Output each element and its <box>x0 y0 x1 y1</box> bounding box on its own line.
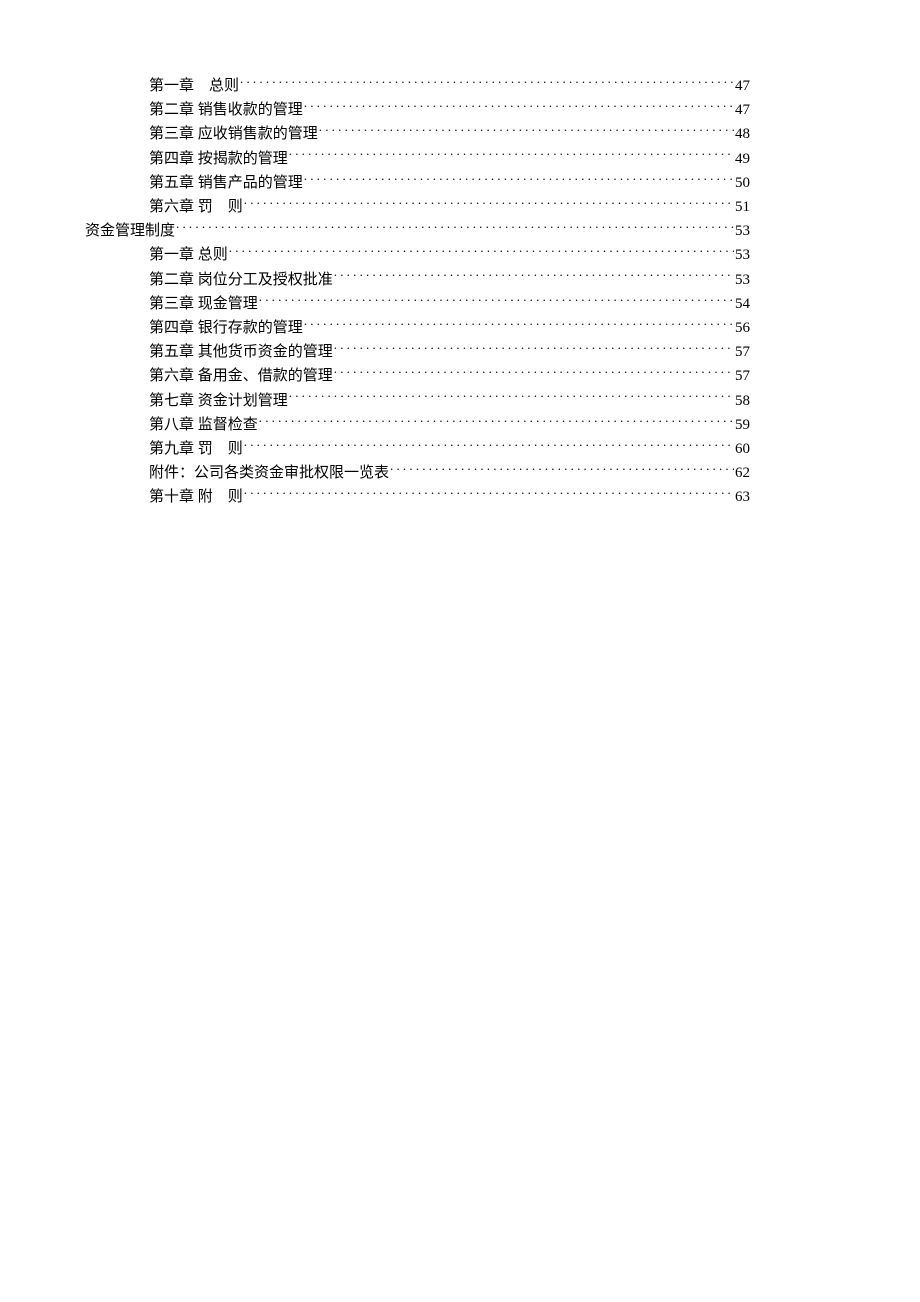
toc-entry-label: 第三章 现金管理 <box>149 292 258 316</box>
toc-entry-label: 第六章 罚 则 <box>149 195 243 219</box>
toc-entry: 第五章 销售产品的管理 50 <box>85 171 750 195</box>
toc-entry-page: 63 <box>735 485 750 509</box>
toc-entry-label: 资金管理制度 <box>85 219 175 243</box>
toc-entry: 第一章 总则 47 <box>85 74 750 98</box>
toc-entry-page: 53 <box>735 243 750 267</box>
toc-entry-page: 47 <box>735 74 750 98</box>
toc-leader-dots <box>304 99 734 114</box>
toc-leader-dots <box>289 148 734 163</box>
toc-entry: 第六章 罚 则 51 <box>85 195 750 219</box>
toc-entry: 第九章 罚 则 60 <box>85 437 750 461</box>
toc-leader-dots <box>289 390 734 405</box>
toc-entry: 第三章 应收销售款的管理 48 <box>85 122 750 146</box>
toc-entry-page: 53 <box>735 268 750 292</box>
toc-leader-dots <box>259 414 734 429</box>
toc-entry-page: 57 <box>735 340 750 364</box>
toc-entry: 第十章 附 则 63 <box>85 485 750 509</box>
toc-entry-label: 第九章 罚 则 <box>149 437 243 461</box>
toc-leader-dots <box>244 438 734 453</box>
toc-entry: 第四章 银行存款的管理 56 <box>85 316 750 340</box>
toc-entry-label: 第二章 销售收款的管理 <box>149 98 303 122</box>
toc-entry-page: 57 <box>735 364 750 388</box>
toc-leader-dots <box>244 196 734 211</box>
toc-entry: 第六章 备用金、借款的管理 57 <box>85 364 750 388</box>
toc-entry: 第七章 资金计划管理 58 <box>85 389 750 413</box>
toc-leader-dots <box>229 244 734 259</box>
toc-leader-dots <box>334 341 734 356</box>
toc-entry-label: 第十章 附 则 <box>149 485 243 509</box>
toc-entry-label: 第四章 按揭款的管理 <box>149 147 288 171</box>
toc-leader-dots <box>240 75 734 90</box>
toc-entry-label: 第一章 总则 <box>149 74 239 98</box>
toc-entry: 第四章 按揭款的管理 49 <box>85 147 750 171</box>
toc-leader-dots <box>319 123 734 138</box>
toc-entry: 资金管理制度 53 <box>85 219 750 243</box>
toc-entry-label: 第五章 销售产品的管理 <box>149 171 303 195</box>
toc-entry-page: 50 <box>735 171 750 195</box>
table-of-contents: 第一章 总则47第二章 销售收款的管理47第三章 应收销售款的管理48第四章 按… <box>85 74 750 510</box>
toc-entry-page: 48 <box>735 122 750 146</box>
toc-leader-dots <box>176 220 734 235</box>
toc-entry-page: 59 <box>735 413 750 437</box>
toc-entry-page: 62 <box>735 461 750 485</box>
toc-entry-label: 附件：公司各类资金审批权限一览表 <box>149 461 389 485</box>
toc-entry-page: 54 <box>735 292 750 316</box>
toc-entry-page: 49 <box>735 147 750 171</box>
toc-entry-label: 第五章 其他货币资金的管理 <box>149 340 333 364</box>
toc-entry-page: 56 <box>735 316 750 340</box>
toc-entry-label: 第三章 应收销售款的管理 <box>149 122 318 146</box>
toc-leader-dots <box>304 317 734 332</box>
toc-leader-dots <box>259 293 734 308</box>
toc-leader-dots <box>334 269 734 284</box>
toc-entry: 第二章 销售收款的管理 47 <box>85 98 750 122</box>
toc-entry-label: 第一章 总则 <box>149 243 228 267</box>
toc-entry: 第八章 监督检查 59 <box>85 413 750 437</box>
toc-leader-dots <box>390 462 734 477</box>
toc-entry-page: 47 <box>735 98 750 122</box>
toc-entry-label: 第二章 岗位分工及授权批准 <box>149 268 333 292</box>
toc-entry-page: 60 <box>735 437 750 461</box>
toc-entry-label: 第六章 备用金、借款的管理 <box>149 364 333 388</box>
toc-leader-dots <box>244 486 734 501</box>
toc-entry: 第二章 岗位分工及授权批准 53 <box>85 268 750 292</box>
toc-entry-page: 53 <box>735 219 750 243</box>
toc-entry: 第三章 现金管理 54 <box>85 292 750 316</box>
toc-entry-label: 第七章 资金计划管理 <box>149 389 288 413</box>
toc-entry: 第五章 其他货币资金的管理 57 <box>85 340 750 364</box>
toc-entry-label: 第四章 银行存款的管理 <box>149 316 303 340</box>
toc-entry-page: 58 <box>735 389 750 413</box>
toc-leader-dots <box>334 365 734 380</box>
toc-entry: 第一章 总则 53 <box>85 243 750 267</box>
toc-leader-dots <box>304 172 734 187</box>
toc-entry-label: 第八章 监督检查 <box>149 413 258 437</box>
toc-entry-page: 51 <box>735 195 750 219</box>
toc-entry: 附件：公司各类资金审批权限一览表 62 <box>85 461 750 485</box>
